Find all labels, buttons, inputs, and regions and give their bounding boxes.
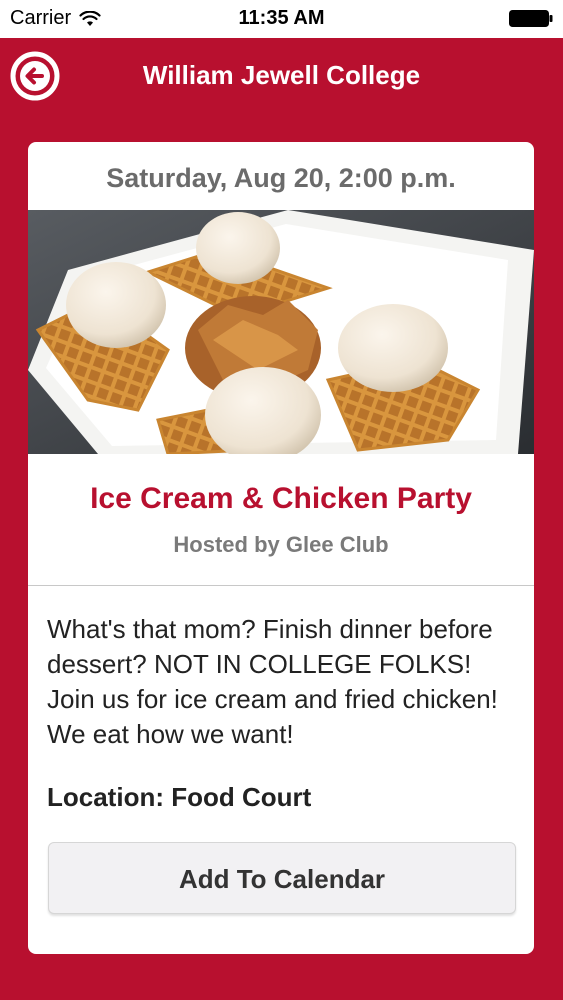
nav-title: William Jewell College (142, 60, 421, 90)
divider (28, 585, 534, 586)
navigation-bar: William Jewell College (0, 38, 563, 114)
event-location: Location: Food Court (47, 782, 312, 812)
event-title: Ice Cream & Chicken Party (90, 482, 472, 515)
event-description: What's that mom? Finish dinner before de… (47, 614, 498, 749)
event-image (28, 210, 534, 454)
add-to-calendar-button[interactable]: Add To Calendar (48, 842, 516, 914)
event-date: Saturday, Aug 20, 2:00 p.m. (106, 163, 456, 193)
status-bar: Carrier 11:35 AM (0, 0, 563, 38)
status-time: 11:35 AM (238, 7, 325, 29)
event-card: Saturday, Aug 20, 2:00 p.m. Ice Cream & … (28, 142, 534, 954)
food-photo (28, 210, 534, 454)
event-host: Hosted by Glee Club (173, 532, 389, 557)
battery-icon (509, 10, 553, 27)
